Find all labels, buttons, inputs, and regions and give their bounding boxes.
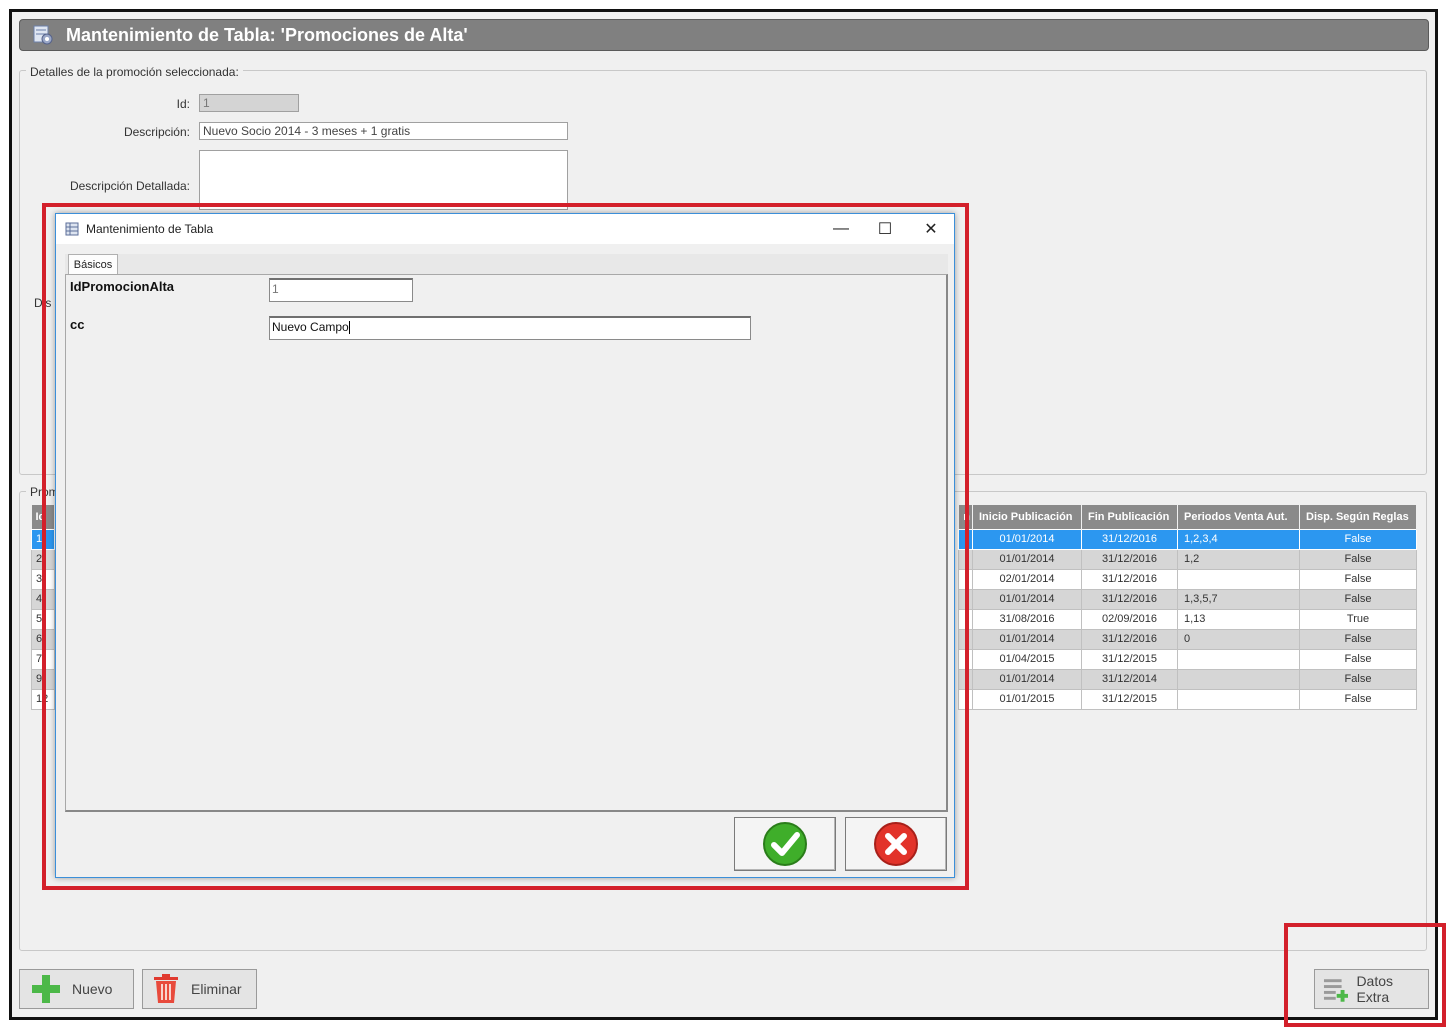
cell-fin: 31/12/2016	[1081, 588, 1178, 610]
cell-periodos: 0	[1177, 628, 1300, 650]
cell-disp: False	[1299, 688, 1417, 710]
window-title: Mantenimiento de Tabla: 'Promociones de …	[66, 24, 468, 45]
description-field[interactable]: Nuevo Socio 2014 - 3 meses + 1 gratis	[199, 122, 568, 140]
promotions-table: n Inicio Publicación Fin Publicación Per…	[958, 505, 1417, 710]
table-row[interactable]: 01/01/2014 31/12/2016 1,3,5,7 False	[958, 588, 1417, 610]
nuevo-label: Nuevo	[72, 981, 113, 997]
column-header-inicio[interactable]: Inicio Publicación	[972, 505, 1082, 529]
cell-disp: False	[1299, 528, 1417, 550]
window-titlebar: Mantenimiento de Tabla: 'Promociones de …	[19, 19, 1429, 51]
cell-periodos: 1,2,3,4	[1177, 528, 1300, 550]
cell-disp: False	[1299, 648, 1417, 670]
detailed-description-label: Descripción Detallada:	[69, 179, 190, 193]
plus-icon	[32, 975, 60, 1003]
cell-disp: False	[1299, 548, 1417, 570]
cell-periodos	[1177, 668, 1300, 690]
cell-periodos	[1177, 648, 1300, 670]
cell-fin: 31/12/2015	[1081, 688, 1178, 710]
cell-fin: 02/09/2016	[1081, 608, 1178, 630]
table-row[interactable]: 01/01/2015 31/12/2015 False	[958, 688, 1417, 710]
table-row[interactable]: 31/08/2016 02/09/2016 1,13 True	[958, 608, 1417, 630]
table-row[interactable]: 01/01/2014 31/12/2016 0 False	[958, 628, 1417, 650]
cell-inicio: 01/01/2014	[972, 528, 1082, 550]
cell-periodos	[1177, 568, 1300, 590]
cell-fin: 31/12/2014	[1081, 668, 1178, 690]
cell-periodos: 1,13	[1177, 608, 1300, 630]
cell-inicio: 01/01/2014	[972, 588, 1082, 610]
cell-inicio: 01/04/2015	[972, 648, 1082, 670]
cell-periodos: 1,3,5,7	[1177, 588, 1300, 610]
cell-inicio: 01/01/2015	[972, 688, 1082, 710]
cell-fin: 31/12/2016	[1081, 528, 1178, 550]
nuevo-button[interactable]: Nuevo	[19, 969, 134, 1009]
detailed-description-field[interactable]	[199, 150, 568, 210]
cell-disp: True	[1299, 608, 1417, 630]
eliminar-button[interactable]: Eliminar	[142, 969, 257, 1009]
eliminar-label: Eliminar	[191, 981, 242, 997]
cell-disp: False	[1299, 568, 1417, 590]
cell-fin: 31/12/2016	[1081, 568, 1178, 590]
dialog-highlight-box	[42, 203, 969, 890]
cell-inicio: 02/01/2014	[972, 568, 1082, 590]
table-row[interactable]: 01/01/2014 31/12/2016 1,2,3,4 False	[958, 528, 1417, 550]
details-legend: Detalles de la promoción seleccionada:	[26, 65, 243, 79]
id-field[interactable]: 1	[199, 94, 299, 112]
table-row[interactable]: 01/04/2015 31/12/2015 False	[958, 648, 1417, 670]
trash-icon	[154, 974, 178, 1003]
table-settings-icon	[33, 25, 53, 45]
cell-inicio: 31/08/2016	[972, 608, 1082, 630]
cell-fin: 31/12/2015	[1081, 648, 1178, 670]
table-row[interactable]: 02/01/2014 31/12/2016 False	[958, 568, 1417, 590]
cell-fin: 31/12/2016	[1081, 628, 1178, 650]
cell-fin: 31/12/2016	[1081, 548, 1178, 570]
cell-inicio: 01/01/2014	[972, 548, 1082, 570]
cell-periodos: 1,2	[1177, 548, 1300, 570]
cell-disp: False	[1299, 588, 1417, 610]
description-label: Descripción:	[123, 125, 190, 139]
column-header-disp[interactable]: Disp. Según Reglas	[1299, 505, 1417, 529]
cell-disp: False	[1299, 668, 1417, 690]
cell-inicio: 01/01/2014	[972, 628, 1082, 650]
cell-inicio: 01/01/2014	[972, 668, 1082, 690]
id-label: Id:	[176, 97, 190, 111]
column-header-periodos[interactable]: Periodos Venta Aut.	[1177, 505, 1300, 529]
table-row[interactable]: 01/01/2014 31/12/2014 False	[958, 668, 1417, 690]
table-row[interactable]: 01/01/2014 31/12/2016 1,2 False	[958, 548, 1417, 570]
cell-disp: False	[1299, 628, 1417, 650]
column-header-fin[interactable]: Fin Publicación	[1081, 505, 1178, 529]
cell-periodos	[1177, 688, 1300, 710]
datos-extra-highlight-box	[1284, 923, 1446, 1027]
